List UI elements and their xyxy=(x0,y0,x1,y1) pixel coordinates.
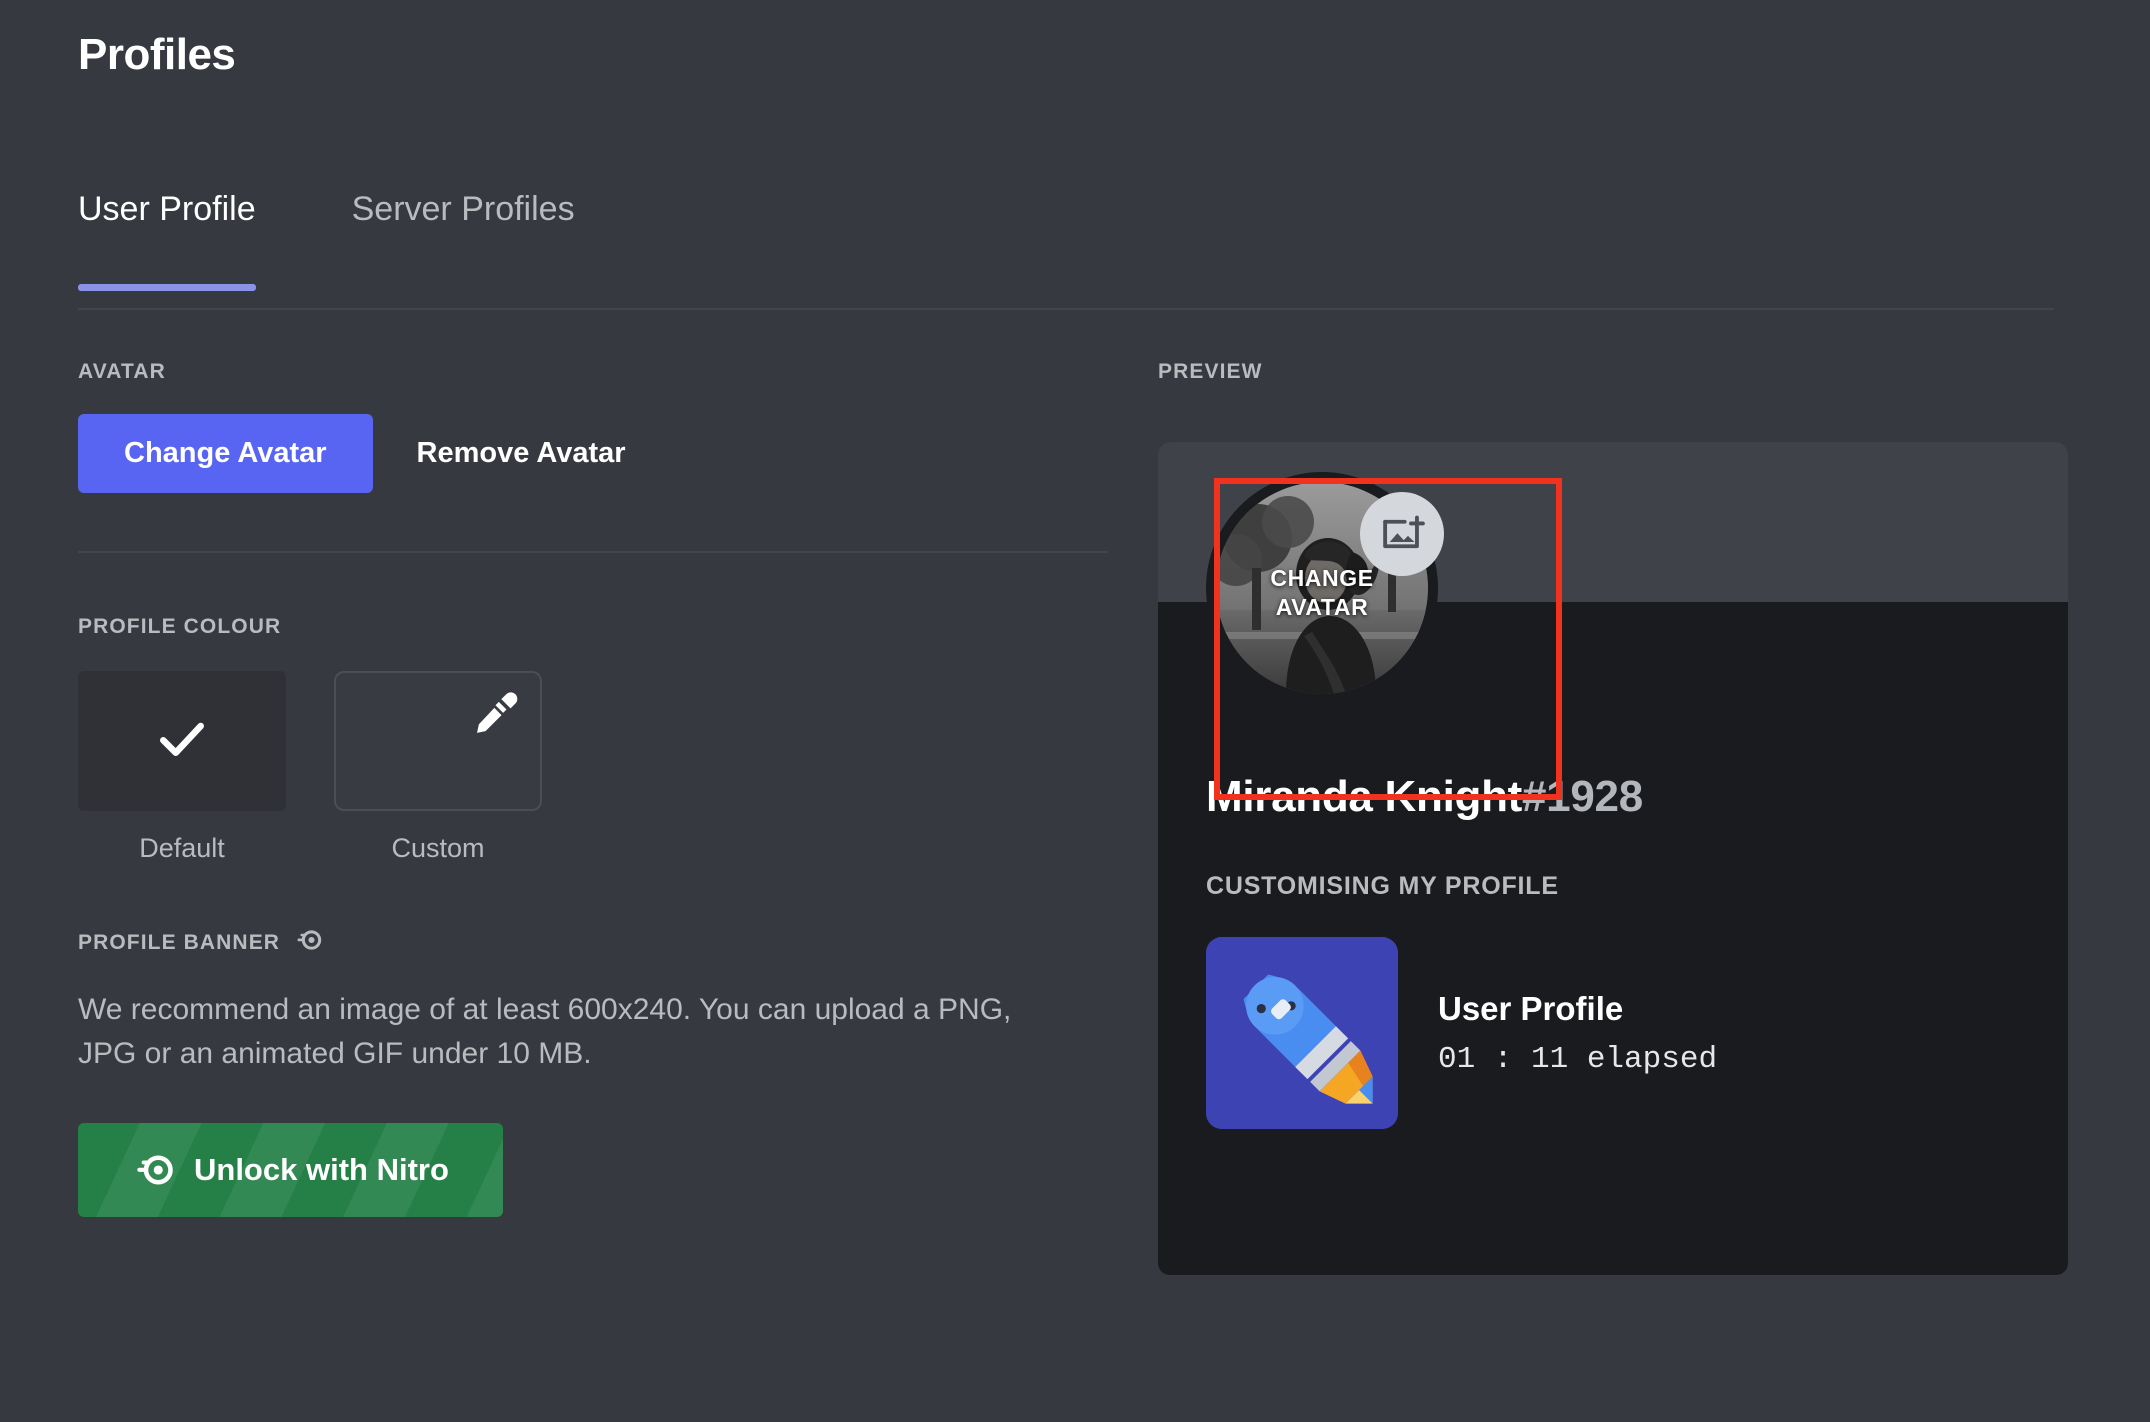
tab-bar: User Profile Server Profiles xyxy=(78,190,2054,310)
preview-column: PREVIEW CHANGE AVATAR Miranda Knight#192… xyxy=(1158,360,2068,1275)
colour-swatch-row: Default Custom xyxy=(78,671,1108,864)
tab-bar-divider xyxy=(78,308,2054,310)
colour-swatch-custom-caption: Custom xyxy=(391,833,485,863)
unlock-with-nitro-label: Unlock with Nitro xyxy=(194,1152,449,1187)
preview-label: PREVIEW xyxy=(1158,360,1263,383)
add-image-icon[interactable] xyxy=(1360,492,1444,576)
profile-banner-section: PROFILE BANNER We recommend an image of … xyxy=(78,926,1108,1217)
avatar-section-label: AVATAR xyxy=(78,360,166,383)
unlock-with-nitro-button[interactable]: Unlock with Nitro xyxy=(78,1123,503,1217)
eyedropper-icon xyxy=(466,687,520,746)
preview-discriminator: #1928 xyxy=(1522,772,1643,821)
avatar-button-row: Change Avatar Remove Avatar xyxy=(78,414,1108,493)
preview-username: Miranda Knight#1928 xyxy=(1206,772,1643,822)
colour-swatch-default-cell: Default xyxy=(78,671,286,864)
avatar-section: AVATAR Change Avatar Remove Avatar xyxy=(78,360,1108,493)
tab-user-profile[interactable]: User Profile xyxy=(78,190,256,291)
section-divider xyxy=(78,551,1108,553)
profile-colour-section: PROFILE COLOUR Default Custom xyxy=(78,615,1108,864)
preview-avatar[interactable]: CHANGE AVATAR xyxy=(1206,472,1562,800)
profile-colour-label: PROFILE COLOUR xyxy=(78,615,282,638)
colour-swatch-custom[interactable] xyxy=(334,671,542,811)
tab-user-profile-label: User Profile xyxy=(78,190,256,228)
preview-activity-text: User Profile 01 : 11 elapsed xyxy=(1438,990,1717,1077)
nitro-icon xyxy=(294,926,322,960)
nitro-icon xyxy=(132,1149,174,1191)
profile-preview-card: CHANGE AVATAR Miranda Knight#1928 CUSTOM… xyxy=(1158,442,2068,1275)
profiles-settings-page: Profiles User Profile Server Profiles AV… xyxy=(0,0,2150,1422)
colour-swatch-default-caption: Default xyxy=(139,833,225,863)
preview-username-text: Miranda Knight xyxy=(1206,772,1523,821)
preview-activity-row: User Profile 01 : 11 elapsed xyxy=(1206,937,1717,1129)
rocket-pencil-icon xyxy=(1206,937,1398,1129)
check-icon xyxy=(152,709,212,774)
tab-server-profiles-label: Server Profiles xyxy=(351,190,575,228)
profile-banner-description: We recommend an image of at least 600x24… xyxy=(78,993,1012,1070)
colour-swatch-default[interactable] xyxy=(78,671,286,811)
preview-activity-name: User Profile xyxy=(1438,989,1624,1027)
page-title: Profiles xyxy=(78,30,236,79)
change-avatar-button[interactable]: Change Avatar xyxy=(78,414,373,493)
colour-swatch-custom-cell: Custom xyxy=(334,671,542,864)
tab-server-profiles[interactable]: Server Profiles xyxy=(352,190,575,291)
profile-banner-label-text: PROFILE BANNER xyxy=(78,931,281,954)
preview-activity-elapsed: 01 : 11 elapsed xyxy=(1438,1041,1718,1077)
profile-banner-label: PROFILE BANNER xyxy=(78,926,1108,960)
remove-avatar-button[interactable]: Remove Avatar xyxy=(391,414,652,493)
preview-activity-header: CUSTOMISING MY PROFILE xyxy=(1206,872,1559,900)
settings-left-column: AVATAR Change Avatar Remove Avatar PROFI… xyxy=(78,360,1108,1217)
